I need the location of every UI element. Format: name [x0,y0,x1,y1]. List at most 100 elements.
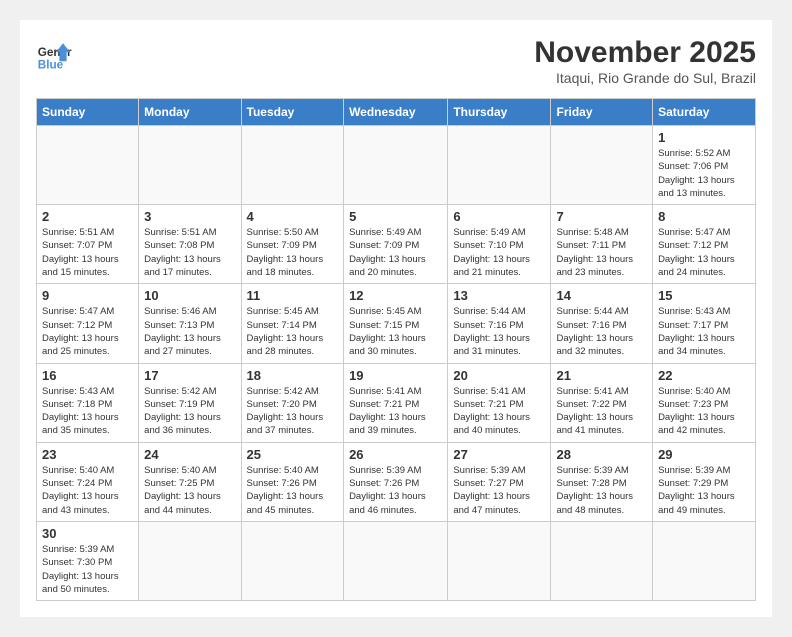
day-number: 20 [453,368,545,383]
table-row [551,126,653,205]
day-7: 7 Sunrise: 5:48 AMSunset: 7:11 PMDayligh… [551,205,653,284]
day-number: 6 [453,209,545,224]
day-info: Sunrise: 5:41 AMSunset: 7:22 PMDaylight:… [556,385,647,438]
location: Itaqui, Rio Grande do Sul, Brazil [534,70,756,86]
day-info: Sunrise: 5:51 AMSunset: 7:08 PMDaylight:… [144,226,235,279]
day-number: 30 [42,526,133,541]
header-monday: Monday [139,99,241,126]
day-16: 16 Sunrise: 5:43 AMSunset: 7:18 PMDaylig… [37,363,139,442]
day-number: 16 [42,368,133,383]
day-19: 19 Sunrise: 5:41 AMSunset: 7:21 PMDaylig… [344,363,448,442]
day-number: 18 [247,368,339,383]
day-number: 11 [247,288,339,303]
day-24: 24 Sunrise: 5:40 AMSunset: 7:25 PMDaylig… [139,442,241,521]
table-row [37,126,139,205]
table-row [139,126,241,205]
day-number: 25 [247,447,339,462]
day-11: 11 Sunrise: 5:45 AMSunset: 7:14 PMDaylig… [241,284,344,363]
day-number: 9 [42,288,133,303]
day-number: 8 [658,209,750,224]
general-blue-icon: General Blue [36,36,72,72]
day-info: Sunrise: 5:48 AMSunset: 7:11 PMDaylight:… [556,226,647,279]
day-number: 17 [144,368,235,383]
table-row [241,126,344,205]
table-row [241,521,344,600]
header-thursday: Thursday [448,99,551,126]
svg-text:General: General [38,46,72,59]
title-block: November 2025 Itaqui, Rio Grande do Sul,… [534,36,756,86]
day-number: 21 [556,368,647,383]
table-row [139,521,241,600]
day-info: Sunrise: 5:44 AMSunset: 7:16 PMDaylight:… [453,305,545,358]
page: General Blue November 2025 Itaqui, Rio G… [20,20,772,617]
day-number: 14 [556,288,647,303]
day-info: Sunrise: 5:51 AMSunset: 7:07 PMDaylight:… [42,226,133,279]
day-number: 24 [144,447,235,462]
table-row [344,521,448,600]
day-info: Sunrise: 5:42 AMSunset: 7:19 PMDaylight:… [144,385,235,438]
table-row [551,521,653,600]
month-title: November 2025 [534,36,756,70]
day-info: Sunrise: 5:45 AMSunset: 7:15 PMDaylight:… [349,305,442,358]
day-info: Sunrise: 5:43 AMSunset: 7:17 PMDaylight:… [658,305,750,358]
header-tuesday: Tuesday [241,99,344,126]
day-number: 7 [556,209,647,224]
day-number: 4 [247,209,339,224]
day-30: 30 Sunrise: 5:39 AMSunset: 7:30 PMDaylig… [37,521,139,600]
day-info: Sunrise: 5:39 AMSunset: 7:30 PMDaylight:… [42,543,133,596]
header-sunday: Sunday [37,99,139,126]
header: General Blue November 2025 Itaqui, Rio G… [36,36,756,86]
table-row: 9 Sunrise: 5:47 AMSunset: 7:12 PMDayligh… [37,284,756,363]
day-22: 22 Sunrise: 5:40 AMSunset: 7:23 PMDaylig… [653,363,756,442]
day-number: 19 [349,368,442,383]
day-info: Sunrise: 5:41 AMSunset: 7:21 PMDaylight:… [453,385,545,438]
header-saturday: Saturday [653,99,756,126]
day-21: 21 Sunrise: 5:41 AMSunset: 7:22 PMDaylig… [551,363,653,442]
day-23: 23 Sunrise: 5:40 AMSunset: 7:24 PMDaylig… [37,442,139,521]
day-13: 13 Sunrise: 5:44 AMSunset: 7:16 PMDaylig… [448,284,551,363]
logo: General Blue [36,36,72,72]
calendar: Sunday Monday Tuesday Wednesday Thursday… [36,98,756,601]
table-row [448,521,551,600]
day-5: 5 Sunrise: 5:49 AMSunset: 7:09 PMDayligh… [344,205,448,284]
day-3: 3 Sunrise: 5:51 AMSunset: 7:08 PMDayligh… [139,205,241,284]
day-29: 29 Sunrise: 5:39 AMSunset: 7:29 PMDaylig… [653,442,756,521]
day-info: Sunrise: 5:42 AMSunset: 7:20 PMDaylight:… [247,385,339,438]
day-number: 12 [349,288,442,303]
day-27: 27 Sunrise: 5:39 AMSunset: 7:27 PMDaylig… [448,442,551,521]
table-row [448,126,551,205]
day-number: 26 [349,447,442,462]
day-20: 20 Sunrise: 5:41 AMSunset: 7:21 PMDaylig… [448,363,551,442]
day-26: 26 Sunrise: 5:39 AMSunset: 7:26 PMDaylig… [344,442,448,521]
day-info: Sunrise: 5:40 AMSunset: 7:24 PMDaylight:… [42,464,133,517]
table-row: 2 Sunrise: 5:51 AMSunset: 7:07 PMDayligh… [37,205,756,284]
table-row [653,521,756,600]
table-row: 1 Sunrise: 5:52 AMSunset: 7:06 PMDayligh… [37,126,756,205]
day-25: 25 Sunrise: 5:40 AMSunset: 7:26 PMDaylig… [241,442,344,521]
day-number: 13 [453,288,545,303]
day-info: Sunrise: 5:47 AMSunset: 7:12 PMDaylight:… [658,226,750,279]
day-number: 5 [349,209,442,224]
day-8: 8 Sunrise: 5:47 AMSunset: 7:12 PMDayligh… [653,205,756,284]
day-info: Sunrise: 5:41 AMSunset: 7:21 PMDaylight:… [349,385,442,438]
weekday-header-row: Sunday Monday Tuesday Wednesday Thursday… [37,99,756,126]
day-number: 2 [42,209,133,224]
day-info: Sunrise: 5:39 AMSunset: 7:28 PMDaylight:… [556,464,647,517]
day-number: 10 [144,288,235,303]
table-row [344,126,448,205]
day-number: 1 [658,130,750,145]
day-info: Sunrise: 5:49 AMSunset: 7:10 PMDaylight:… [453,226,545,279]
day-number: 15 [658,288,750,303]
table-row: 16 Sunrise: 5:43 AMSunset: 7:18 PMDaylig… [37,363,756,442]
day-1: 1 Sunrise: 5:52 AMSunset: 7:06 PMDayligh… [653,126,756,205]
day-4: 4 Sunrise: 5:50 AMSunset: 7:09 PMDayligh… [241,205,344,284]
day-17: 17 Sunrise: 5:42 AMSunset: 7:19 PMDaylig… [139,363,241,442]
day-9: 9 Sunrise: 5:47 AMSunset: 7:12 PMDayligh… [37,284,139,363]
day-14: 14 Sunrise: 5:44 AMSunset: 7:16 PMDaylig… [551,284,653,363]
day-info: Sunrise: 5:50 AMSunset: 7:09 PMDaylight:… [247,226,339,279]
day-info: Sunrise: 5:39 AMSunset: 7:26 PMDaylight:… [349,464,442,517]
day-info: Sunrise: 5:46 AMSunset: 7:13 PMDaylight:… [144,305,235,358]
day-18: 18 Sunrise: 5:42 AMSunset: 7:20 PMDaylig… [241,363,344,442]
day-info: Sunrise: 5:43 AMSunset: 7:18 PMDaylight:… [42,385,133,438]
day-info: Sunrise: 5:40 AMSunset: 7:26 PMDaylight:… [247,464,339,517]
